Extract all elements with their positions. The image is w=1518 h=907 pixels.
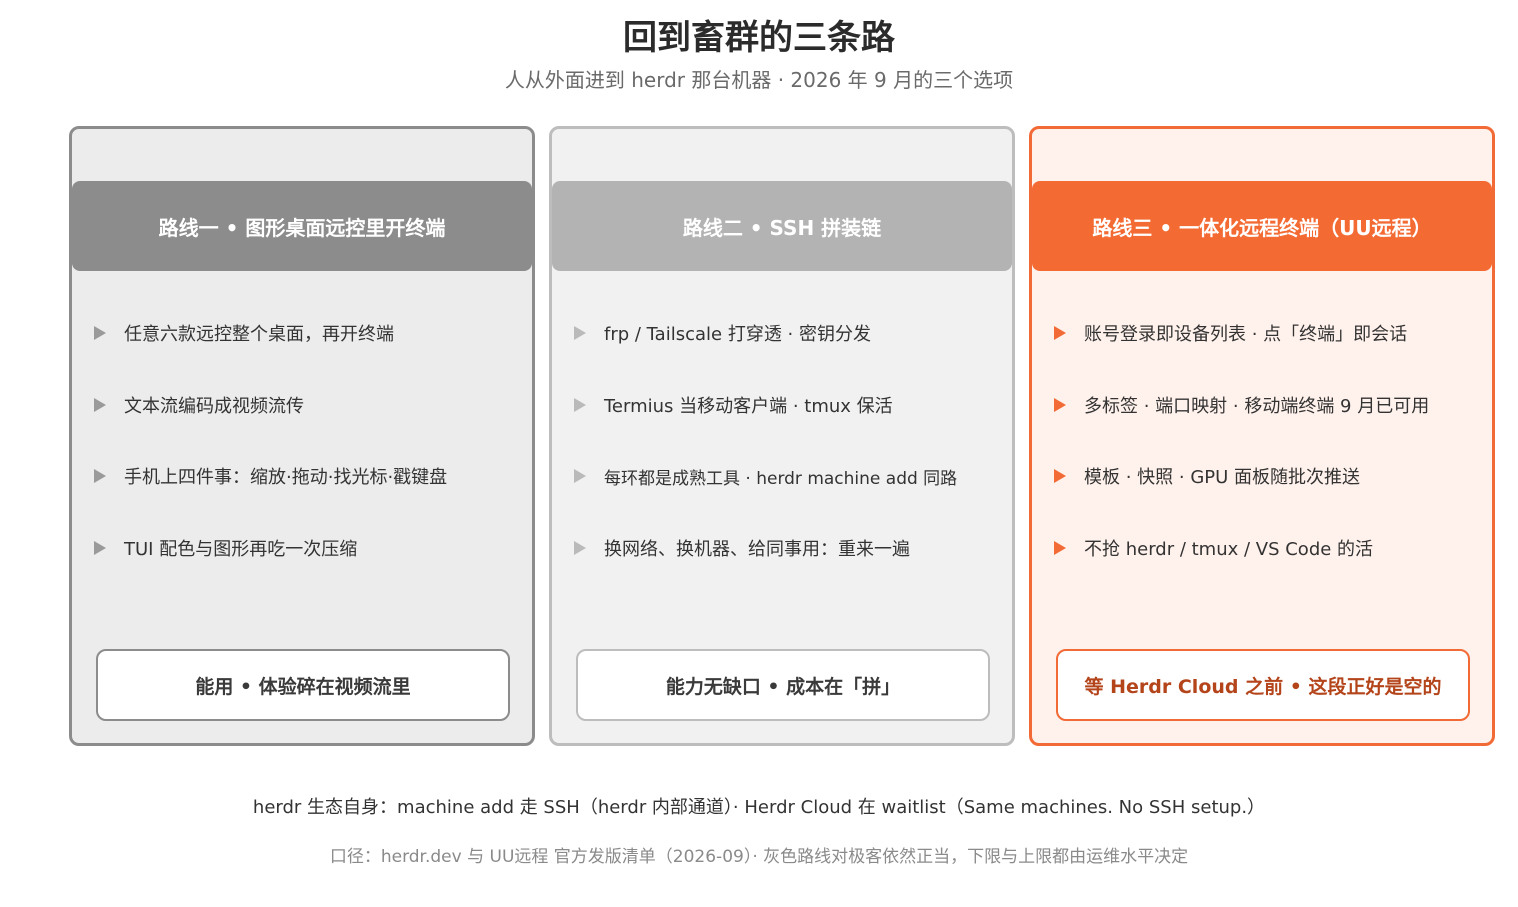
route-card-2-heading: 路线二 • SSH 拼装链 [552,181,1012,271]
page-title: 回到畜群的三条路 [623,18,895,58]
footer-note: herdr 生态自身：machine add 走 SSH（herdr 内部通道）… [252,797,1266,818]
triangle-bullet-icon [574,469,586,483]
list-item: Termius 当移动客户端 · tmux 保活 [574,389,1002,421]
list-item: frp / Tailscale 打穿透 · 密钥分发 [574,317,1002,349]
triangle-bullet-icon [94,326,106,340]
list-item: 任意六款远控整个桌面，再开终端 [94,317,522,349]
list-item: 不抢 herdr / tmux / VS Code 的活 [1054,532,1482,564]
list-item: 手机上四件事：缩放·拖动·找光标·戳键盘 [94,460,522,492]
triangle-bullet-icon [1054,541,1066,555]
route-card-3: 路线三 • 一体化远程终端（UU远程） 账号登录即设备列表 · 点「终端」即会话… [1029,126,1495,746]
list-item-text: 多标签 · 端口映射 · 移动端终端 9 月已可用 [1084,396,1430,417]
list-item: 每环都是成熟工具 · herdr machine add 同路 [574,460,1002,492]
diagram-page: 回到畜群的三条路 人从外面进到 herdr 那台机器 · 2026 年 9 月的… [0,0,1518,907]
triangle-bullet-icon [1054,469,1066,483]
list-item-text: 不抢 herdr / tmux / VS Code 的活 [1084,539,1374,560]
route-card-1-heading: 路线一 • 图形桌面远控里开终端 [72,181,532,271]
list-item: 文本流编码成视频流传 [94,389,522,421]
route-card-2: 路线二 • SSH 拼装链 frp / Tailscale 打穿透 · 密钥分发… [549,126,1015,746]
list-item-text: 手机上四件事：缩放·拖动·找光标·戳键盘 [124,467,448,488]
list-item-text: Termius 当移动客户端 · tmux 保活 [604,396,893,417]
route-card-2-verdict: 能力无缺口 • 成本在「拼」 [576,649,990,721]
list-item: 模板 · 快照 · GPU 面板随批次推送 [1054,460,1482,492]
triangle-bullet-icon [94,469,106,483]
route-card-1-verdict: 能用 • 体验碎在视频流里 [96,649,510,721]
triangle-bullet-icon [574,326,586,340]
list-item-text: TUI 配色与图形再吃一次压缩 [124,539,358,560]
list-item-text: 账号登录即设备列表 · 点「终端」即会话 [1084,324,1408,345]
route-card-1: 路线一 • 图形桌面远控里开终端 任意六款远控整个桌面，再开终端 文本流编码成视… [69,126,535,746]
triangle-bullet-icon [1054,326,1066,340]
route-card-3-heading: 路线三 • 一体化远程终端（UU远程） [1032,181,1492,271]
triangle-bullet-icon [94,398,106,412]
list-item-text: frp / Tailscale 打穿透 · 密钥分发 [604,324,871,345]
triangle-bullet-icon [1054,398,1066,412]
list-item-text: 任意六款远控整个桌面，再开终端 [124,324,394,345]
list-item-text: 文本流编码成视频流传 [124,396,304,417]
list-item-text: 换网络、换机器、给同事用：重来一遍 [604,539,910,560]
list-item-text: 每环都是成熟工具 · herdr machine add 同路 [604,468,958,489]
source-note: 口径：herdr.dev 与 UU远程 官方发版清单（2026-09）· 灰色路… [329,847,1189,867]
list-item: TUI 配色与图形再吃一次压缩 [94,532,522,564]
route-card-3-verdict: 等 Herdr Cloud 之前 • 这段正好是空的 [1056,649,1470,721]
page-subtitle: 人从外面进到 herdr 那台机器 · 2026 年 9 月的三个选项 [504,68,1014,92]
triangle-bullet-icon [94,541,106,555]
list-item: 账号登录即设备列表 · 点「终端」即会话 [1054,317,1482,349]
list-item: 换网络、换机器、给同事用：重来一遍 [574,532,1002,564]
list-item-text: 模板 · 快照 · GPU 面板随批次推送 [1084,467,1361,488]
list-item: 多标签 · 端口映射 · 移动端终端 9 月已可用 [1054,389,1482,421]
triangle-bullet-icon [574,541,586,555]
triangle-bullet-icon [574,398,586,412]
